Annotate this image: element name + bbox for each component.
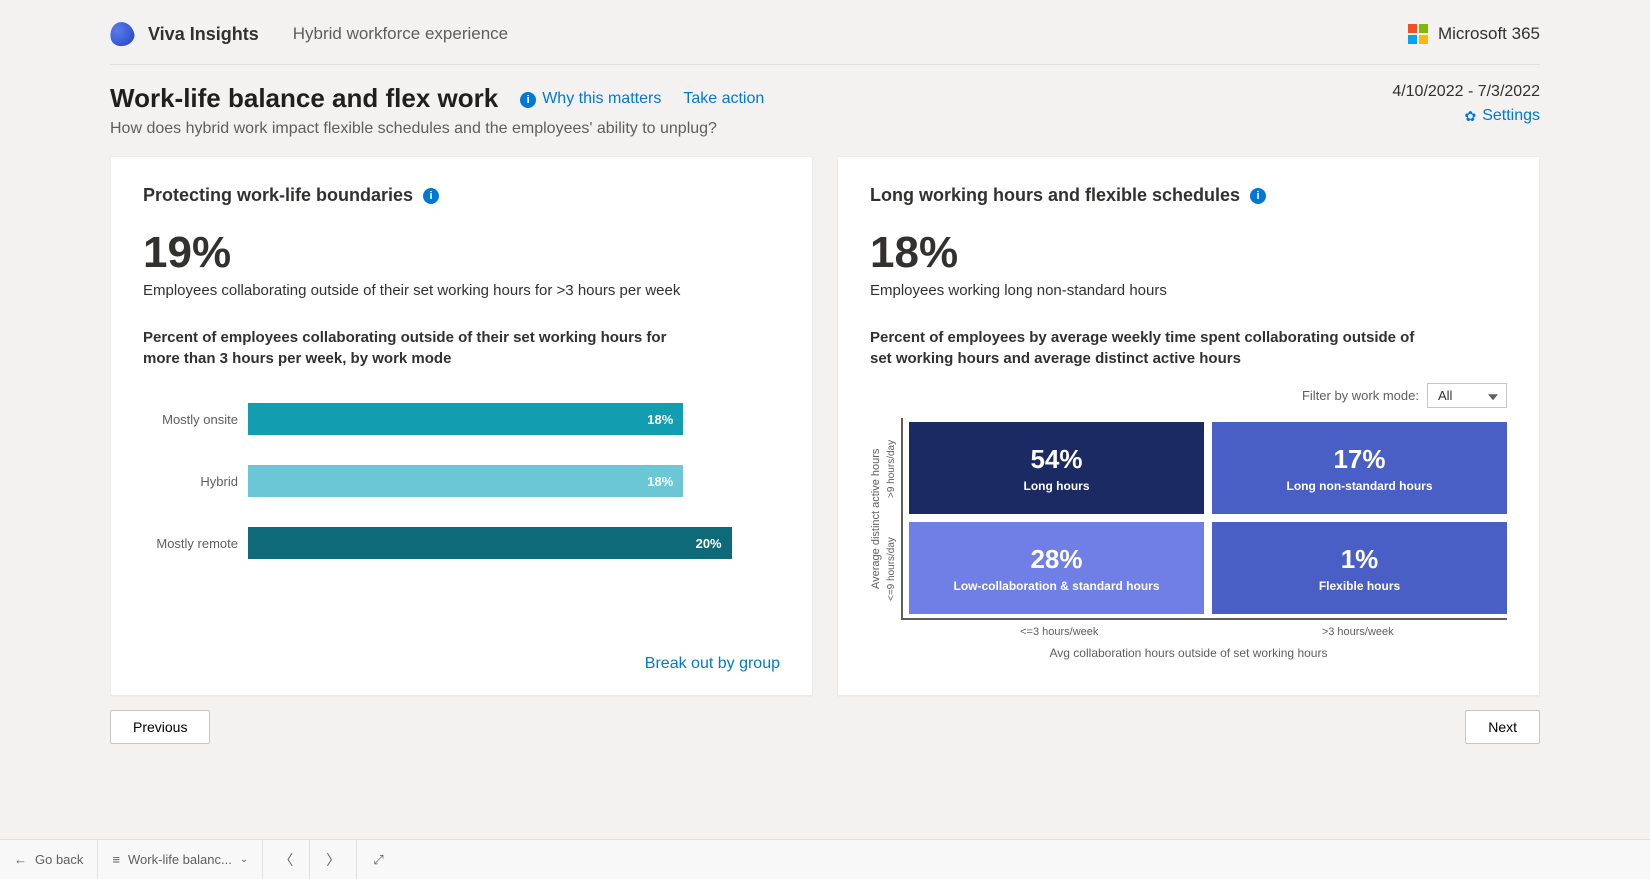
bar-category-label: Mostly remote bbox=[143, 536, 248, 551]
list-icon: ≡ bbox=[112, 852, 120, 867]
quadrant-percent: 28% bbox=[1030, 544, 1082, 575]
brand-title: Viva Insights bbox=[148, 24, 259, 45]
bottom-nav-bar: ← Go back ≡ Work-life balanc... ⌄ 〈 〉 ⤢ bbox=[0, 839, 1650, 879]
date-range: 4/10/2022 - 7/3/2022 bbox=[1392, 83, 1540, 101]
gear-icon: ✿ bbox=[1464, 108, 1476, 125]
arrow-left-icon: ← bbox=[14, 852, 27, 867]
collapse-button[interactable]: ⤢ bbox=[357, 840, 399, 879]
bar-fill: 18% bbox=[248, 465, 683, 497]
bar-row: Hybrid18% bbox=[143, 465, 780, 497]
chart-description: Percent of employees by average weekly t… bbox=[870, 327, 1430, 369]
ms365-label: Microsoft 365 bbox=[1438, 24, 1540, 44]
x-tick-right: >3 hours/week bbox=[1209, 620, 1508, 638]
go-back-button[interactable]: ← Go back bbox=[0, 840, 98, 879]
bar-row: Mostly onsite18% bbox=[143, 403, 780, 435]
y-tick-low: <=9 hours/day bbox=[882, 519, 901, 620]
headline-percent: 19% bbox=[143, 228, 780, 278]
quadrant-chart: 54% Long hours 17% Long non-standard hours 2… bbox=[901, 418, 1507, 620]
page-subtitle: How does hybrid work impact flexible sch… bbox=[110, 120, 764, 138]
quadrant-label: Low-collaboration & standard hours bbox=[953, 579, 1159, 593]
work-mode-filter-select[interactable]: All bbox=[1427, 383, 1507, 408]
chevron-down-icon: ⌄ bbox=[240, 854, 248, 865]
headline-desc: Employees collaborating outside of their… bbox=[143, 282, 780, 299]
quadrant-label: Flexible hours bbox=[1319, 579, 1400, 593]
chevron-left-icon: 〈 bbox=[279, 850, 293, 870]
y-tick-high: >9 hours/day bbox=[882, 418, 901, 519]
viva-insights-icon bbox=[107, 19, 136, 48]
breadcrumb-dropdown[interactable]: ≡ Work-life balanc... ⌄ bbox=[98, 840, 263, 879]
ms365-brand: Microsoft 365 bbox=[1408, 24, 1540, 44]
quadrant-percent: 54% bbox=[1030, 444, 1082, 475]
quadrant-cell: 54% Long hours bbox=[909, 422, 1204, 514]
bar-fill: 18% bbox=[248, 403, 683, 435]
previous-button[interactable]: Previous bbox=[110, 710, 210, 744]
chart-description: Percent of employees collaborating outsi… bbox=[143, 327, 703, 369]
header-subtitle: Hybrid workforce experience bbox=[293, 24, 508, 44]
quadrant-label: Long non-standard hours bbox=[1287, 479, 1433, 493]
y-axis-label: Average distinct active hours bbox=[870, 418, 882, 620]
settings-link[interactable]: ✿ Settings bbox=[1392, 107, 1540, 125]
break-out-by-group-link[interactable]: Break out by group bbox=[645, 655, 780, 673]
card-title: Long working hours and flexible schedule… bbox=[870, 185, 1240, 206]
collapse-icon: ⤢ bbox=[373, 852, 383, 868]
chevron-right-icon: 〉 bbox=[326, 850, 340, 870]
x-axis-label: Avg collaboration hours outside of set w… bbox=[870, 646, 1507, 660]
microsoft-logo-icon bbox=[1408, 24, 1428, 44]
bar-row: Mostly remote20% bbox=[143, 527, 780, 559]
info-icon[interactable]: i bbox=[423, 188, 439, 204]
headline-percent: 18% bbox=[870, 228, 1507, 278]
bar-category-label: Mostly onsite bbox=[143, 412, 248, 427]
bar-chart: Mostly onsite18%Hybrid18%Mostly remote20… bbox=[143, 403, 780, 559]
info-icon: i bbox=[520, 92, 536, 108]
quadrant-label: Long hours bbox=[1024, 479, 1090, 493]
nav-prev-button[interactable]: 〈 bbox=[263, 840, 310, 879]
card-title: Protecting work-life boundaries bbox=[143, 185, 413, 206]
quadrant-cell: 1% Flexible hours bbox=[1212, 522, 1507, 614]
app-header: Viva Insights Hybrid workforce experienc… bbox=[110, 0, 1540, 65]
filter-label: Filter by work mode: bbox=[1302, 388, 1419, 403]
next-button[interactable]: Next bbox=[1465, 710, 1540, 744]
headline-desc: Employees working long non-standard hour… bbox=[870, 282, 1507, 299]
x-tick-left: <=3 hours/week bbox=[910, 620, 1209, 638]
brand: Viva Insights bbox=[110, 22, 259, 46]
bar-category-label: Hybrid bbox=[143, 474, 248, 489]
card-protecting-boundaries: Protecting work-life boundaries i 19% Em… bbox=[110, 156, 813, 696]
info-icon[interactable]: i bbox=[1250, 188, 1266, 204]
take-action-link[interactable]: Take action bbox=[683, 90, 764, 108]
bar-fill: 20% bbox=[248, 527, 732, 559]
nav-next-button[interactable]: 〉 bbox=[310, 840, 357, 879]
quadrant-cell: 17% Long non-standard hours bbox=[1212, 422, 1507, 514]
quadrant-cell: 28% Low-collaboration & standard hours bbox=[909, 522, 1204, 614]
why-this-matters-link[interactable]: iWhy this matters bbox=[520, 90, 661, 108]
card-long-working-hours: Long working hours and flexible schedule… bbox=[837, 156, 1540, 696]
quadrant-percent: 17% bbox=[1333, 444, 1385, 475]
quadrant-percent: 1% bbox=[1341, 544, 1379, 575]
page-title: Work-life balance and flex work bbox=[110, 83, 498, 114]
